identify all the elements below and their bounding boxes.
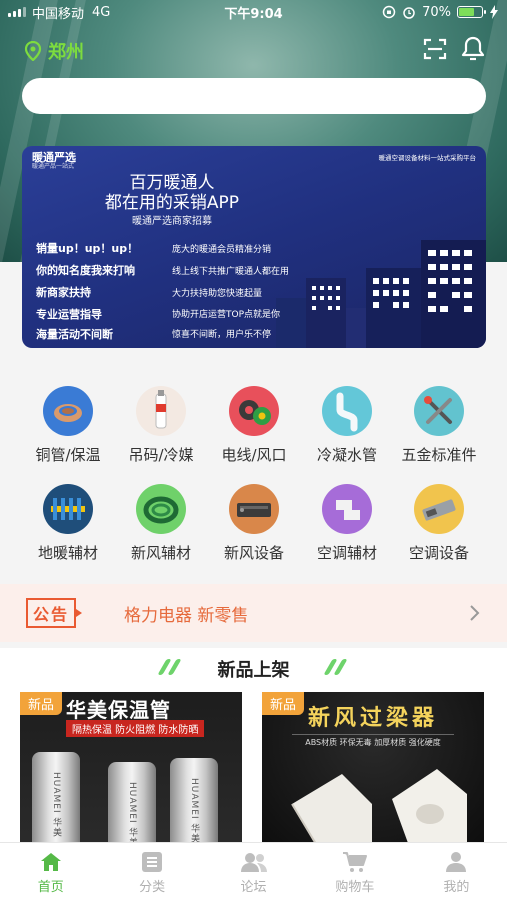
banner-left-line: 新商家扶持: [36, 286, 91, 299]
location-pin-icon: [24, 41, 42, 61]
category-floor-heating[interactable]: 地暖辅材: [20, 484, 116, 563]
fitting-icon: [322, 484, 372, 534]
tab-home[interactable]: 首页: [0, 843, 101, 900]
tab-profile[interactable]: 我的: [406, 843, 507, 900]
banner-brand: 暖通严选 暖通产品一站式: [32, 151, 76, 171]
tab-cart[interactable]: 购物车: [304, 843, 405, 900]
banner-headline-1: 百万暖通人: [129, 173, 215, 193]
product-tagline: 隔热保温 防火阻燃 防水防晒: [66, 720, 205, 737]
tab-label: 我的: [443, 880, 470, 895]
copper-pipe-icon: [43, 386, 93, 436]
product-card[interactable]: 新品 新风过梁器 ABS材质 环保无毒 加厚材质 强化硬度: [262, 692, 484, 848]
category-fresh-air-equipment[interactable]: 新风设备: [206, 484, 302, 563]
tools-icon: [414, 386, 464, 436]
tab-label: 分类: [139, 880, 166, 895]
category-label: 空调设备: [408, 544, 469, 562]
banner-left-line: 海量活动不间断: [36, 328, 113, 341]
title-decoration-right: [323, 659, 348, 675]
floor-heating-icon: [43, 484, 93, 534]
product-list: 新品 华美保温管 隔热保温 防火阻燃 防水防晒 HUAMEI 华美 HUAMEI…: [0, 688, 507, 848]
banner-right-line: 庞大的暖通会员精准分销: [172, 245, 272, 255]
tab-label: 购物车: [335, 880, 375, 895]
banner-left-line: 专业运营指导: [36, 308, 102, 321]
banner-left-line: 你的知名度我来打响: [36, 264, 135, 277]
category-label: 新风设备: [223, 544, 284, 562]
city-skyline-illustration: [276, 240, 486, 348]
category-label: 新风辅材: [130, 544, 191, 562]
bottom-tab-bar: 首页 分类 论坛 购物车 我的: [0, 842, 507, 900]
banner-headline-2: 都在用的采销APP: [104, 193, 240, 213]
banner-right-line: 惊喜不间断，用户乐不停: [172, 330, 272, 340]
category-label: 冷凝水管: [316, 446, 377, 464]
scan-icon: [423, 38, 447, 60]
status-bar: 中国移动 4G 下午9:04 70%: [0, 0, 507, 24]
pipe-brand-text: HUAMEI 华美: [189, 778, 199, 844]
category-label: 地暖辅材: [37, 544, 98, 562]
tab-label: 论坛: [240, 880, 267, 895]
new-badge: 新品: [262, 692, 305, 715]
category-label: 五金标准件: [401, 446, 477, 464]
category-fresh-air-parts[interactable]: 新风辅材: [113, 484, 209, 563]
announcement-text: 格力电器 新零售: [124, 605, 249, 626]
category-label: 空调辅材: [316, 544, 377, 562]
tab-forum[interactable]: 论坛: [203, 843, 304, 900]
new-products-header: 新品上架: [0, 648, 507, 688]
pipe-brand-text: HUAMEI 华美: [127, 782, 137, 848]
search-input[interactable]: [22, 78, 486, 114]
banner-right-line: 线上线下共推广暖通人都在用: [172, 267, 290, 277]
new-badge: 新品: [20, 692, 63, 715]
battery-icon: [457, 6, 486, 18]
category-ac-equipment[interactable]: 空调设备: [391, 484, 487, 563]
category-grid: 铜管/保温 吊码/冷媒 电线/风口 冷凝水管 五金标准件 地暖辅材 新风辅材 新…: [0, 372, 507, 568]
top-bar: 郑州: [0, 30, 507, 70]
wire-icon: [229, 386, 279, 436]
location-selector[interactable]: 郑州: [24, 38, 84, 64]
category-refrigerant[interactable]: 吊码/冷媒: [113, 386, 209, 465]
banner-right-line: 协助开店运营TOP点就是你: [172, 310, 281, 320]
banner-brand-sub: 暖通产品一站式: [32, 163, 75, 171]
category-label: 铜管/保温: [35, 446, 101, 464]
category-wire[interactable]: 电线/风口: [206, 386, 302, 465]
category-label: 电线/风口: [221, 446, 287, 464]
tab-category[interactable]: 分类: [101, 843, 202, 900]
pipe-image: HUAMEI 华美: [32, 752, 80, 848]
banner-left-line: 销量up！up！up！: [36, 242, 139, 255]
pipe-image: HUAMEI 华美: [170, 758, 218, 848]
category-icon: [142, 852, 163, 872]
announcement-tag: 公告: [26, 598, 83, 628]
location-label: 郑州: [48, 42, 84, 63]
category-drain-pipe[interactable]: 冷凝水管: [299, 386, 395, 465]
clock: 下午9:04: [224, 6, 283, 22]
scan-button[interactable]: [423, 38, 447, 64]
banner-tagline: 暖通空调设备材料一站式采购平台: [378, 154, 477, 162]
drain-pipe-icon: [322, 386, 372, 436]
section-title: 新品上架: [217, 660, 290, 681]
notification-button[interactable]: [461, 36, 485, 66]
ac-unit-icon: [414, 484, 464, 534]
refrigerant-icon: [136, 386, 186, 436]
forum-icon: [240, 853, 267, 872]
category-hardware[interactable]: 五金标准件: [391, 386, 487, 465]
duct-fitting-image: [291, 769, 467, 848]
product-card[interactable]: 新品 华美保温管 隔热保温 防火阻燃 防水防晒 HUAMEI 华美 HUAMEI…: [20, 692, 242, 848]
pipe-brand-text: HUAMEI 华美: [51, 772, 61, 838]
tab-label: 首页: [37, 880, 64, 895]
home-icon: [40, 853, 61, 871]
hose-icon: [136, 484, 186, 534]
bell-icon: [461, 36, 485, 61]
profile-icon: [446, 852, 467, 872]
product-title: 华美保温管: [66, 698, 171, 722]
announcement-bar[interactable]: 公告 格力电器 新零售: [0, 584, 507, 642]
cart-icon: [342, 852, 367, 872]
category-copper-pipe[interactable]: 铜管/保温: [20, 386, 116, 465]
promo-banner[interactable]: 暖通严选 暖通产品一站式 暖通空调设备材料一站式采购平台 百万暖通人 都在用的采…: [22, 146, 486, 348]
ventilator-icon: [229, 484, 279, 534]
banner-subtitle: 暖通严选商家招募: [132, 216, 212, 227]
category-label: 吊码/冷媒: [128, 446, 194, 464]
banner-right-line: 大力扶持助您快速起量: [172, 289, 263, 299]
pipe-image: HUAMEI 华美: [108, 762, 156, 848]
chevron-right-icon: [470, 605, 480, 621]
category-ac-parts[interactable]: 空调辅材: [299, 484, 395, 563]
